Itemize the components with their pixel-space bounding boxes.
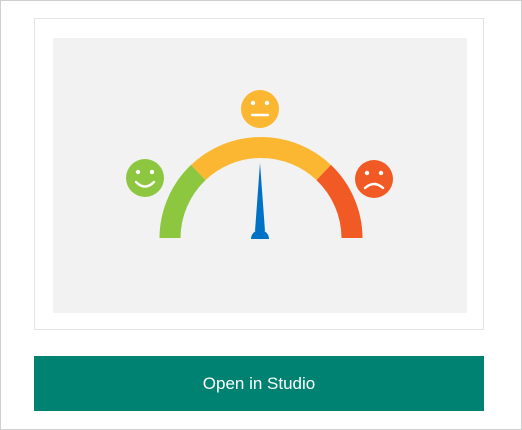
sad-face-icon (355, 160, 393, 198)
template-card (34, 18, 484, 330)
gauge-arc-bad (316, 164, 363, 239)
gauge-arc-good (159, 164, 206, 239)
app-window: Open in Studio (0, 0, 522, 430)
gauge-needle (251, 163, 269, 239)
sentiment-gauge (126, 90, 393, 239)
happy-face-icon (126, 159, 164, 197)
gauge-arc-neutral (191, 136, 331, 181)
template-preview (53, 38, 467, 313)
neutral-face-icon (241, 90, 279, 128)
open-in-studio-button[interactable]: Open in Studio (34, 356, 484, 411)
